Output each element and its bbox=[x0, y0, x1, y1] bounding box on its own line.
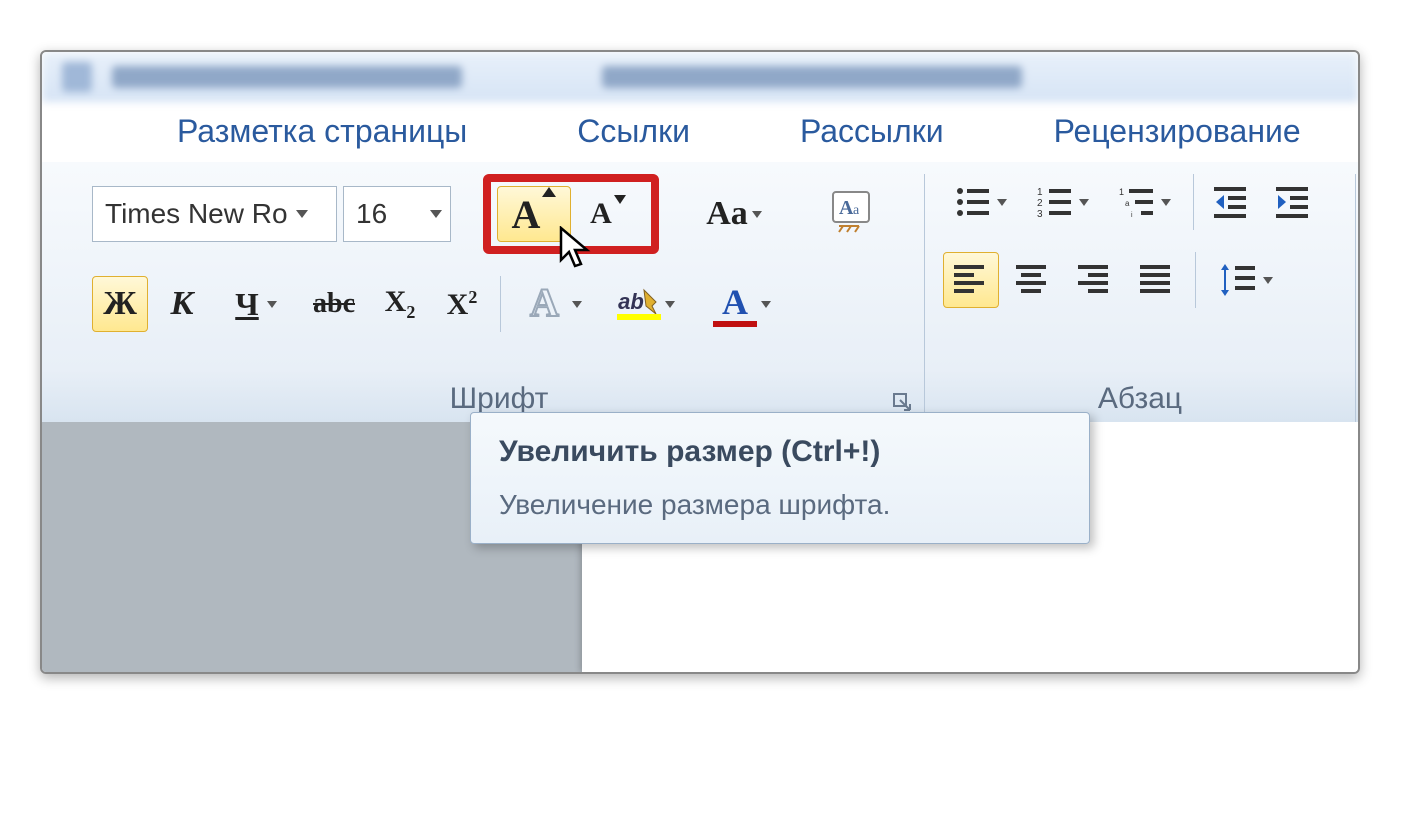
strikethrough-button[interactable]: abc bbox=[302, 276, 366, 332]
shrink-font-icon: A bbox=[590, 197, 626, 231]
bullets-icon bbox=[955, 185, 993, 219]
clear-formatting-icon: A a bbox=[829, 190, 873, 239]
line-spacing-button[interactable] bbox=[1206, 252, 1286, 308]
svg-text:2: 2 bbox=[1037, 198, 1043, 209]
text-effects-icon: A bbox=[524, 280, 568, 329]
font-name-value: Times New Ro bbox=[105, 198, 288, 230]
superscript-button[interactable]: X2 bbox=[434, 276, 490, 332]
svg-text:a: a bbox=[853, 203, 860, 218]
align-center-button[interactable] bbox=[1005, 252, 1061, 308]
line-spacing-icon bbox=[1219, 262, 1259, 298]
justify-button[interactable] bbox=[1129, 252, 1185, 308]
increase-indent-button[interactable] bbox=[1266, 174, 1322, 230]
superscript-icon: X2 bbox=[447, 287, 478, 322]
svg-text:1: 1 bbox=[1037, 187, 1043, 198]
numbering-button[interactable]: 1 2 3 bbox=[1025, 174, 1101, 230]
dropdown-icon bbox=[761, 301, 771, 308]
highlight-box: A A bbox=[483, 174, 659, 254]
grow-font-icon: A bbox=[512, 191, 557, 238]
change-case-icon: Aa bbox=[706, 195, 748, 233]
numbering-icon: 1 2 3 bbox=[1037, 185, 1075, 219]
svg-text:a: a bbox=[1125, 199, 1130, 208]
highlight-button[interactable]: ab bbox=[601, 276, 691, 332]
svg-text:3: 3 bbox=[1037, 209, 1043, 219]
change-case-button[interactable]: Aa bbox=[689, 186, 779, 242]
dropdown-icon bbox=[430, 210, 442, 218]
multilevel-list-icon: 1 a i bbox=[1119, 185, 1157, 219]
underline-icon: Ч bbox=[235, 286, 258, 323]
svg-text:i: i bbox=[1131, 212, 1133, 219]
bold-icon: Ж bbox=[103, 285, 137, 323]
font-group: Times New Ro 16 A bbox=[92, 174, 925, 422]
font-name-combo[interactable]: Times New Ro bbox=[92, 186, 337, 242]
tooltip: Увеличить размер (Ctrl+!) Увеличение раз… bbox=[470, 412, 1090, 544]
align-center-icon bbox=[1016, 265, 1050, 295]
ribbon: Times New Ro 16 A bbox=[42, 162, 1358, 422]
dropdown-icon bbox=[1079, 199, 1089, 206]
italic-icon: К bbox=[170, 285, 193, 323]
highlight-icon: ab bbox=[617, 288, 661, 320]
align-right-icon bbox=[1078, 265, 1112, 295]
titlebar bbox=[42, 52, 1358, 102]
font-size-combo[interactable]: 16 bbox=[343, 186, 451, 242]
tooltip-desc: Увеличение размера шрифта. bbox=[499, 489, 1061, 521]
dropdown-icon bbox=[752, 211, 762, 218]
font-color-icon: A bbox=[713, 281, 757, 327]
tab-page-layout[interactable]: Разметка страницы bbox=[122, 113, 522, 150]
tab-references[interactable]: Ссылки bbox=[522, 113, 745, 150]
subscript-button[interactable]: X2 bbox=[372, 276, 428, 332]
align-right-button[interactable] bbox=[1067, 252, 1123, 308]
app-window: Разметка страницы Ссылки Рассылки Реценз… bbox=[40, 50, 1360, 674]
decrease-indent-button[interactable] bbox=[1204, 174, 1260, 230]
bullets-button[interactable] bbox=[943, 174, 1019, 230]
tab-mailings[interactable]: Рассылки bbox=[745, 113, 999, 150]
font-color-button[interactable]: A bbox=[697, 276, 787, 332]
align-left-button[interactable] bbox=[943, 252, 999, 308]
underline-button[interactable]: Ч bbox=[216, 276, 296, 332]
justify-icon bbox=[1140, 265, 1174, 295]
svg-text:A: A bbox=[839, 197, 854, 219]
cursor-icon bbox=[559, 226, 595, 270]
font-size-value: 16 bbox=[356, 198, 387, 230]
font-group-launcher[interactable] bbox=[892, 392, 914, 414]
multilevel-list-button[interactable]: 1 a i bbox=[1107, 174, 1183, 230]
decrease-indent-icon bbox=[1214, 185, 1250, 219]
text-effects-button[interactable]: A bbox=[511, 276, 595, 332]
strikethrough-icon: abc bbox=[313, 288, 355, 320]
paragraph-group: 1 2 3 1 a i bbox=[927, 174, 1356, 422]
dropdown-icon bbox=[572, 301, 582, 308]
subscript-icon: X2 bbox=[385, 285, 416, 323]
svg-text:1: 1 bbox=[1119, 187, 1124, 197]
dropdown-icon bbox=[1161, 199, 1171, 206]
dropdown-icon bbox=[267, 301, 277, 308]
tooltip-title: Увеличить размер (Ctrl+!) bbox=[499, 435, 1061, 469]
tab-review[interactable]: Рецензирование bbox=[999, 113, 1356, 150]
dropdown-icon bbox=[665, 301, 675, 308]
dropdown-icon bbox=[997, 199, 1007, 206]
dropdown-icon bbox=[296, 210, 308, 218]
menubar: Разметка страницы Ссылки Рассылки Реценз… bbox=[42, 102, 1358, 162]
dropdown-icon bbox=[1263, 277, 1273, 284]
increase-indent-icon bbox=[1276, 185, 1312, 219]
align-left-icon bbox=[954, 265, 988, 295]
italic-button[interactable]: К bbox=[154, 276, 210, 332]
clear-formatting-button[interactable]: A a bbox=[821, 186, 881, 242]
svg-text:A: A bbox=[530, 280, 559, 324]
bold-button[interactable]: Ж bbox=[92, 276, 148, 332]
